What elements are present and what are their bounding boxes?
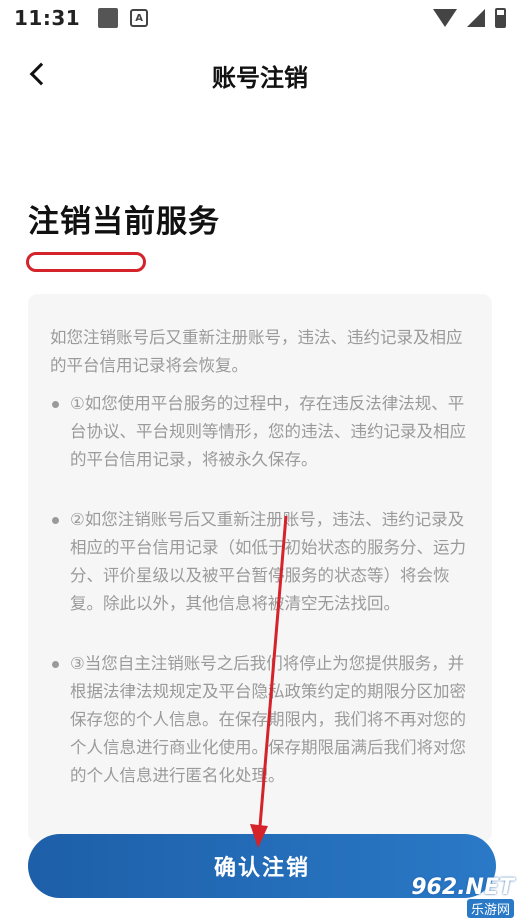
notification-square-icon	[98, 8, 119, 28]
list-item-text: ③当您自主注销账号之后我们将停止为您提供服务，并根据法律法规规定及平台隐私政策约…	[70, 654, 466, 785]
list-item-text: ①如您使用平台服务的过程中，存在违反法律法规、平台协议、平台规则等情形，您的违法…	[70, 394, 466, 469]
signal-icon	[467, 9, 485, 27]
battery-icon	[495, 8, 506, 28]
list-item: ②如您注销账号后又重新注册账号，违法、违约记录及相应的平台信用记录（如低于初始状…	[50, 506, 470, 618]
watermark-logo: 962.NET	[411, 874, 514, 900]
bullet-list: ①如您使用平台服务的过程中，存在违反法律法规、平台协议、平台规则等情形，您的违法…	[50, 390, 470, 790]
app-header: 账号注销	[0, 46, 520, 102]
info-card: 如您注销账号后又重新注册账号，违法、违约记录及相应的平台信用记录将会恢复。 ①如…	[28, 294, 492, 842]
bullet-dot	[52, 401, 59, 408]
status-right-icons	[433, 8, 506, 28]
bullet-dot	[52, 661, 59, 668]
redaction-oval	[26, 252, 146, 272]
list-item-text: ②如您注销账号后又重新注册账号，违法、违约记录及相应的平台信用记录（如低于初始状…	[70, 510, 466, 613]
status-bar: 11:31 A	[0, 0, 520, 36]
section-heading: 注销当前服务	[28, 204, 220, 240]
watermark-domain: .NET	[457, 874, 514, 900]
watermark-number: 962	[411, 874, 458, 900]
a-notification-icon: A	[130, 9, 149, 27]
site-watermark: 962.NET 乐游网	[386, 876, 514, 918]
wifi-icon	[433, 9, 457, 27]
watermark-site-name: 乐游网	[466, 898, 514, 918]
card-intro: 如您注销账号后又重新注册账号，违法、违约记录及相应的平台信用记录将会恢复。	[50, 328, 463, 375]
status-time: 11:31	[14, 6, 81, 30]
bullet-dot	[52, 517, 59, 524]
list-item: ①如您使用平台服务的过程中，存在违反法律法规、平台协议、平台规则等情形，您的违法…	[50, 390, 470, 474]
page-title: 账号注销	[212, 64, 308, 92]
list-item: ③当您自主注销账号之后我们将停止为您提供服务，并根据法律法规规定及平台隐私政策约…	[50, 650, 470, 790]
